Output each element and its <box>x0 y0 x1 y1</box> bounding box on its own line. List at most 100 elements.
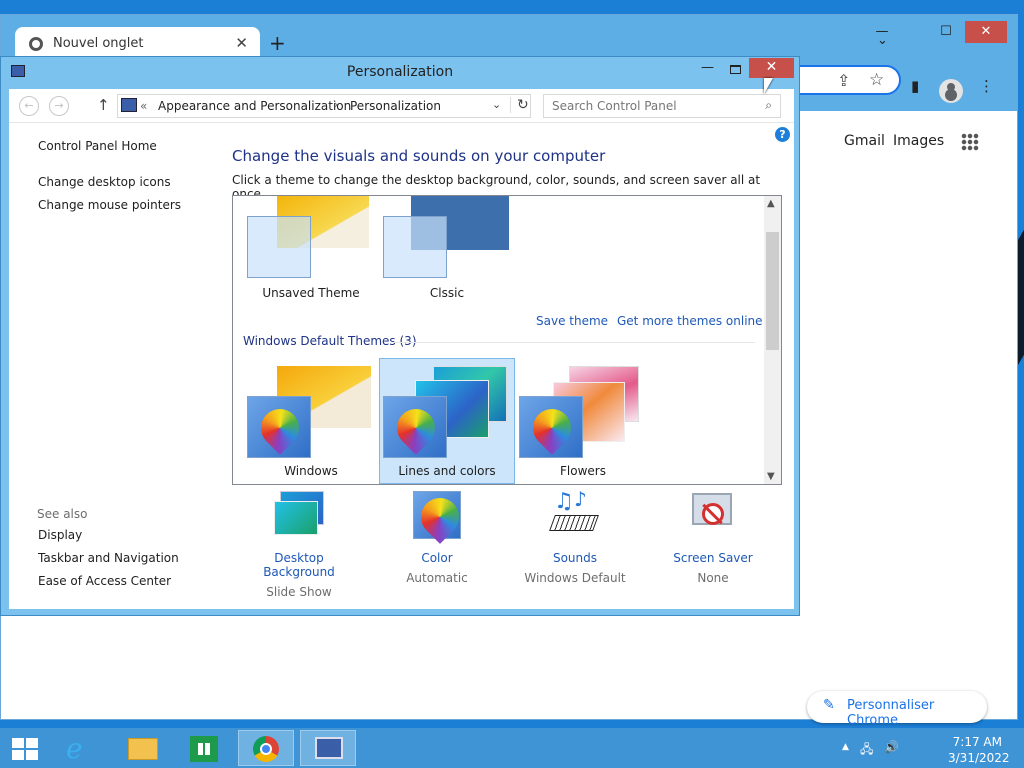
window-minimize-button[interactable]: — <box>701 60 714 75</box>
get-more-themes-link[interactable]: Get more themes online <box>617 314 763 328</box>
desktop-background-option[interactable]: Desktop Background Slide Show <box>239 489 359 599</box>
gmail-link[interactable]: Gmail <box>844 133 885 149</box>
breadcrumb-overflow[interactable]: « <box>140 99 147 113</box>
browser-minimize-button[interactable]: — <box>867 21 897 43</box>
theme-label: Lines and colors <box>398 464 496 478</box>
sidebar-item-change-mouse-pointers[interactable]: Change mouse pointers <box>38 198 181 212</box>
theme-windows[interactable] <box>247 366 387 476</box>
scrollbar-thumb[interactable] <box>766 232 779 350</box>
desktop-background-label: Desktop Background <box>263 551 335 579</box>
chrome-menu-icon[interactable]: ⋮ <box>979 77 994 95</box>
navigation-bar: ← → ↑ « Appearance and Personalization ›… <box>9 89 794 123</box>
sounds-label: Sounds <box>552 551 598 565</box>
scroll-up-icon[interactable]: ▲ <box>767 198 775 209</box>
theme-color-swatch <box>247 216 311 278</box>
color-fan-icon <box>525 401 579 455</box>
customize-chrome-label: Personnaliser Chrome <box>847 698 935 728</box>
customize-chrome-button[interactable]: ✎ Personnaliser Chrome <box>807 691 987 728</box>
clock-time: 7:17 AM <box>952 735 1002 749</box>
theme-flowers[interactable] <box>519 362 659 472</box>
save-theme-link[interactable]: Save theme <box>536 314 608 328</box>
sounds-value: Windows Default <box>524 571 626 585</box>
network-icon[interactable]: 🖧 <box>860 740 873 761</box>
theme-color-swatch <box>383 216 447 278</box>
up-arrow-icon[interactable]: ↑ <box>97 96 110 114</box>
help-icon[interactable]: ? <box>775 127 790 142</box>
share-icon[interactable]: ⇪ <box>837 71 850 90</box>
taskbar-clock[interactable]: 7:17 AM 3/31/2022 <box>948 734 1010 766</box>
bookmark-star-icon[interactable]: ☆ <box>869 70 884 90</box>
google-apps-icon[interactable] <box>961 133 979 151</box>
color-option[interactable]: Color Automatic <box>377 489 497 585</box>
taskbar: e ▲ 🖧 🔊 7:17 AM 3/31/2022 <box>0 728 1024 768</box>
breadcrumb-separator-icon[interactable]: › <box>334 98 338 111</box>
search-input[interactable]: Search Control Panel ⌕ <box>543 94 781 118</box>
refresh-icon[interactable]: ↻ <box>510 97 529 113</box>
screen-saver-option[interactable]: Screen Saver None <box>653 489 773 585</box>
window-maximize-button[interactable] <box>730 65 741 74</box>
window-title: Personalization <box>346 64 454 80</box>
browser-maximize-button[interactable]: ☐ <box>931 21 961 43</box>
new-tab-button[interactable]: + <box>269 31 286 55</box>
breadcrumb-appearance[interactable]: Appearance and Personalization <box>158 99 351 113</box>
file-explorer-taskbar-icon[interactable] <box>114 730 170 766</box>
sounds-icon: ♫ ♪ <box>548 487 602 543</box>
theme-list-scrollbar[interactable]: ▲ ▼ <box>764 196 781 484</box>
color-label: Color <box>421 551 453 565</box>
color-fan-icon <box>253 401 307 455</box>
desktop-background-icon <box>272 489 326 543</box>
volume-icon[interactable]: 🔊 <box>884 740 899 754</box>
address-bar[interactable]: « Appearance and Personalization › Perso… <box>117 94 531 118</box>
color-icon <box>410 489 467 544</box>
control-panel-icon <box>121 98 137 112</box>
desktop-background-value: Slide Show <box>266 585 332 599</box>
omnibox[interactable]: ⇪ ☆ <box>791 65 901 95</box>
mouse-pointer <box>764 78 773 94</box>
start-button[interactable] <box>12 738 38 760</box>
search-icon[interactable]: ⌕ <box>765 98 772 113</box>
breadcrumb-personalization[interactable]: Personalization <box>350 99 441 113</box>
theme-label: Flowers <box>560 464 606 478</box>
tab-close-icon[interactable]: ✕ <box>235 34 248 52</box>
see-also-taskbar-navigation[interactable]: Taskbar and Navigation <box>38 551 179 565</box>
side-panel-icon[interactable]: ▮ <box>911 77 919 95</box>
chrome-icon <box>29 37 43 51</box>
sidebar-item-control-panel-home[interactable]: Control Panel Home <box>38 139 157 153</box>
profile-avatar[interactable] <box>939 79 963 103</box>
images-link[interactable]: Images <box>893 133 944 149</box>
back-arrow-icon[interactable]: ← <box>19 96 39 116</box>
theme-label: Windows <box>284 464 338 478</box>
sounds-option[interactable]: ♫ ♪ Sounds Windows Default <box>515 487 635 585</box>
theme-lines-and-colors[interactable] <box>383 362 523 472</box>
see-also-heading: See also <box>37 507 88 521</box>
internet-explorer-taskbar-icon[interactable]: e <box>54 730 110 766</box>
see-also-ease-of-access[interactable]: Ease of Access Center <box>38 574 171 588</box>
control-panel-app-icon[interactable] <box>11 65 25 77</box>
window-close-button[interactable]: ✕ <box>749 58 794 78</box>
browser-close-button[interactable]: ✕ <box>965 21 1007 43</box>
page-title: Change the visuals and sounds on your co… <box>232 147 606 165</box>
personalization-window: Personalization — ✕ ← → ↑ « Appearance a… <box>0 56 800 616</box>
pencil-icon: ✎ <box>823 697 835 713</box>
clock-date: 3/31/2022 <box>948 751 1010 765</box>
tab-title: Nouvel onglet <box>53 36 144 51</box>
default-themes-group-header: Windows Default Themes (3) <box>243 334 417 348</box>
store-taskbar-icon[interactable] <box>176 730 232 766</box>
color-value: Automatic <box>406 571 468 585</box>
show-hidden-icons-button[interactable]: ▲ <box>842 742 849 752</box>
theme-list: Unsaved Theme Clssic Save theme Get more… <box>232 195 782 485</box>
theme-label: Unsaved Theme <box>262 286 360 300</box>
theme-color-swatch <box>247 396 311 458</box>
theme-color-swatch <box>519 396 583 458</box>
chrome-taskbar-icon[interactable] <box>238 730 294 766</box>
see-also-display[interactable]: Display <box>38 528 82 542</box>
forward-arrow-icon[interactable]: → <box>49 96 69 116</box>
screen-saver-label: Screen Saver <box>673 551 753 565</box>
theme-color-swatch <box>383 396 447 458</box>
theme-label: Clssic <box>429 286 465 300</box>
address-dropdown-icon[interactable]: ⌄ <box>492 98 501 111</box>
scroll-down-icon[interactable]: ▼ <box>767 471 775 482</box>
screen-saver-value: None <box>697 571 729 585</box>
control-panel-taskbar-icon[interactable] <box>300 730 356 766</box>
sidebar-item-change-desktop-icons[interactable]: Change desktop icons <box>38 175 171 189</box>
